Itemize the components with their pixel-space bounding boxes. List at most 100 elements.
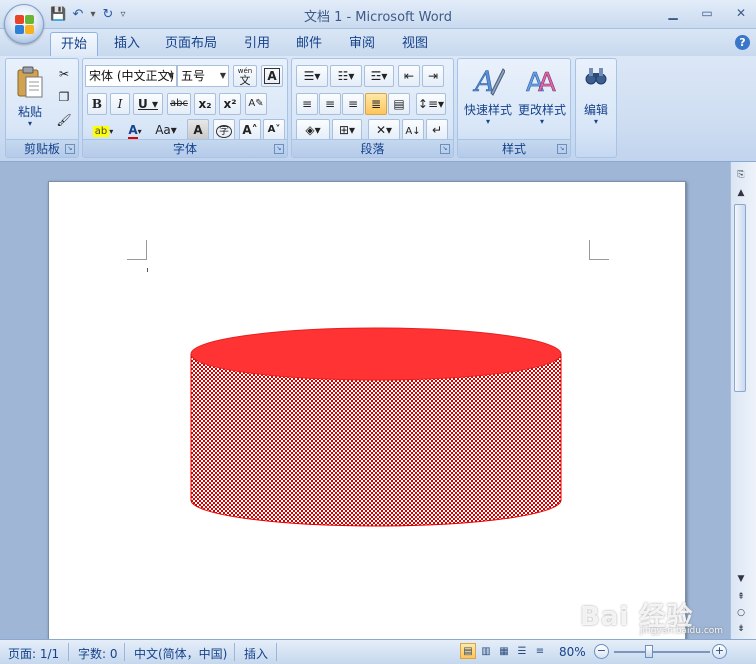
ruler-toggle-icon[interactable]: ⎘: [734, 168, 748, 182]
clipboard-launcher-icon[interactable]: ↘: [65, 144, 75, 154]
web-layout-icon[interactable]: ▦: [496, 643, 512, 659]
tab-view[interactable]: 视图: [394, 32, 436, 56]
previous-page-icon[interactable]: ⇞: [734, 590, 748, 604]
zoom-level[interactable]: 80%: [559, 645, 586, 659]
shading-button[interactable]: ◈▾: [296, 119, 330, 141]
document-page[interactable]: [48, 181, 686, 639]
align-center-button[interactable]: ≡: [319, 93, 341, 115]
highlighter-icon: ab: [92, 126, 110, 137]
copy-icon[interactable]: ❐: [54, 86, 74, 108]
browse-object-icon[interactable]: ○: [734, 606, 748, 620]
multilevel-list-button[interactable]: ☲▾: [364, 65, 394, 87]
draft-view-icon[interactable]: ≡: [532, 643, 548, 659]
font-size-combo[interactable]: 五号 ▼: [177, 65, 229, 87]
baidu-watermark-url: jingyan.baidu.com: [640, 626, 724, 636]
styles-launcher-icon[interactable]: ↘: [557, 144, 567, 154]
tab-review[interactable]: 审阅: [341, 32, 383, 56]
outline-view-icon[interactable]: ☰: [514, 643, 530, 659]
font-name-combo[interactable]: 宋体 (中文正文) ▼: [85, 65, 177, 87]
character-shading-icon: A: [193, 123, 203, 137]
character-shading-button[interactable]: A: [187, 119, 209, 141]
bold-icon: B: [91, 97, 103, 111]
scroll-down-icon[interactable]: ▼: [734, 572, 748, 586]
shrink-font-button[interactable]: A˅: [263, 119, 285, 141]
font-name-value: 宋体 (中文正文): [89, 69, 175, 83]
quick-styles-button[interactable]: A 快速样式 ▾: [460, 61, 516, 137]
clear-formatting-button[interactable]: A✎: [245, 93, 267, 115]
distributed-button[interactable]: ▤: [388, 93, 410, 115]
justify-button[interactable]: ≣: [365, 93, 387, 115]
tab-mailings[interactable]: 邮件: [288, 32, 330, 56]
cylinder-shape[interactable]: [187, 320, 567, 530]
full-screen-reading-icon[interactable]: ▥: [478, 643, 494, 659]
format-painter-icon[interactable]: 🖌: [54, 109, 74, 131]
phonetic-char-icon: 文: [239, 74, 251, 87]
maximize-icon[interactable]: ▭: [698, 4, 716, 22]
font-launcher-icon[interactable]: ↘: [274, 144, 284, 154]
bullets-icon: ☰▾: [303, 69, 321, 83]
tab-references[interactable]: 引用: [236, 32, 278, 56]
zoom-slider-thumb[interactable]: [645, 645, 653, 658]
status-divider: [68, 643, 69, 661]
shrink-font-icon: A˅: [267, 124, 281, 135]
change-case-button[interactable]: Aa▾: [151, 119, 181, 141]
status-bar: 页面: 1/1 字数: 0 中文(简体，中国) 插入 ▤ ▥ ▦ ☰ ≡ 80%…: [0, 639, 756, 664]
strikethrough-button[interactable]: abc: [167, 93, 191, 115]
scroll-thumb[interactable]: [734, 204, 746, 392]
cut-icon[interactable]: ✂: [54, 63, 74, 85]
status-language[interactable]: 中文(简体，中国): [134, 645, 227, 662]
align-left-button[interactable]: ≡: [296, 93, 318, 115]
next-page-icon[interactable]: ⇟: [734, 622, 748, 636]
highlight-color-button[interactable]: ab ▾: [87, 119, 119, 141]
increase-indent-button[interactable]: ⇥: [422, 65, 444, 87]
show-marks-button[interactable]: ↵: [426, 119, 448, 141]
borders-button[interactable]: ⊞▾: [332, 119, 362, 141]
font-color-button[interactable]: A▾: [121, 119, 149, 141]
bullets-button[interactable]: ☰▾: [296, 65, 328, 87]
zoom-slider-track[interactable]: [614, 651, 710, 653]
align-right-button[interactable]: ≡: [342, 93, 364, 115]
subscript-button[interactable]: x₂: [194, 93, 216, 115]
chevron-down-icon: ▼: [167, 71, 174, 80]
paragraph-launcher-icon[interactable]: ↘: [440, 144, 450, 154]
grow-font-icon: A˄: [242, 123, 258, 137]
phonetic-guide-button[interactable]: wén 文: [233, 65, 257, 87]
editing-button[interactable]: 编辑 ▾: [577, 61, 615, 137]
zoom-out-icon[interactable]: −: [594, 644, 609, 659]
line-spacing-button[interactable]: ↕≡▾: [416, 93, 446, 115]
help-icon[interactable]: ?: [735, 35, 750, 50]
paste-button[interactable]: 粘贴 ▾: [12, 63, 48, 135]
group-styles: A 快速样式 ▾ A A 更改样式 ▾ 样式 ↘: [457, 58, 571, 158]
print-layout-view-icon[interactable]: ▤: [460, 643, 476, 659]
text-cursor: [147, 268, 148, 272]
close-icon[interactable]: ✕: [732, 4, 750, 22]
ribbon-tabs: 开始 插入 页面布局 引用 邮件 审阅 视图 ?: [0, 29, 756, 56]
status-insert-mode[interactable]: 插入: [244, 645, 268, 662]
scroll-up-icon[interactable]: ▲: [734, 186, 748, 200]
superscript-button[interactable]: x²: [219, 93, 241, 115]
clear-formatting-icon: A✎: [248, 98, 264, 109]
status-page[interactable]: 页面: 1/1: [8, 645, 59, 662]
decrease-indent-button[interactable]: ⇤: [398, 65, 420, 87]
sort-button[interactable]: A↓: [402, 119, 424, 141]
paragraph-mark-icon: ↵: [431, 123, 443, 137]
tab-insert[interactable]: 插入: [104, 32, 150, 56]
italic-icon: I: [117, 97, 123, 111]
enclose-characters-button[interactable]: 字: [213, 119, 235, 141]
underline-button[interactable]: U ▾: [133, 93, 163, 115]
numbering-button[interactable]: ☷▾: [330, 65, 362, 87]
bold-button[interactable]: B: [87, 93, 107, 115]
chinese-layout-button[interactable]: ✕▾: [368, 119, 400, 141]
status-word-count[interactable]: 字数: 0: [78, 645, 118, 662]
character-border-button[interactable]: A: [261, 65, 283, 87]
zoom-in-icon[interactable]: +: [712, 644, 727, 659]
italic-button[interactable]: I: [110, 93, 130, 115]
grow-font-button[interactable]: A˄: [239, 119, 261, 141]
tab-page-layout[interactable]: 页面布局: [158, 32, 224, 56]
line-spacing-icon: ↕≡▾: [417, 97, 445, 111]
change-styles-button[interactable]: A A 更改样式 ▾: [514, 61, 570, 137]
minimize-icon[interactable]: ▁: [664, 4, 682, 22]
tab-home[interactable]: 开始: [50, 32, 98, 56]
vertical-scrollbar[interactable]: ⎘ ▲ ▼ ⇞ ○ ⇟: [730, 162, 756, 639]
office-button[interactable]: [4, 4, 44, 44]
